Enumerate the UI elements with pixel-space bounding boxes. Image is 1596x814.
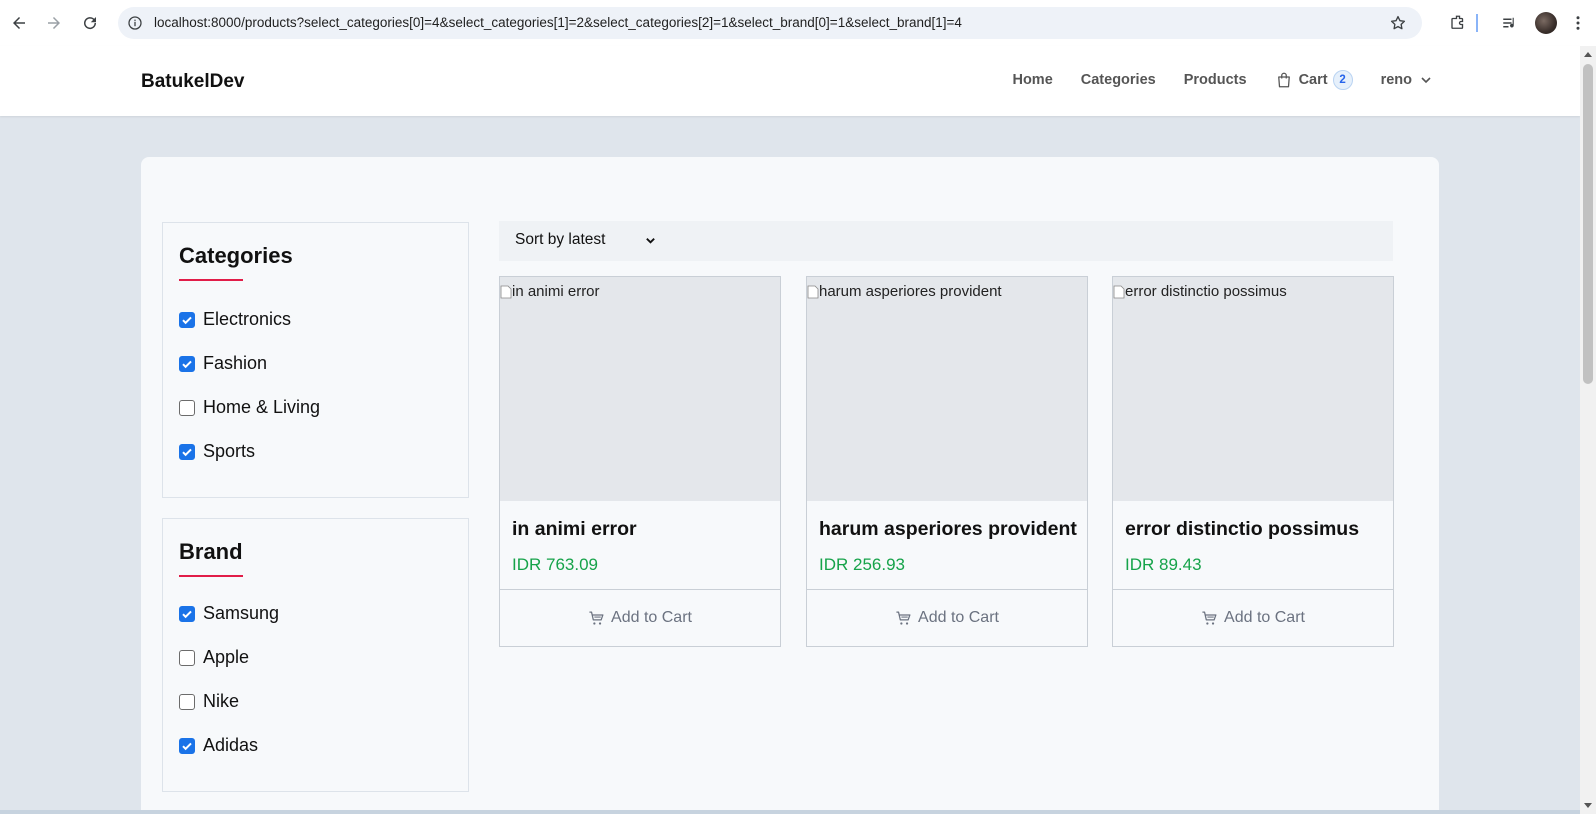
address-bar[interactable]: localhost:8000/products?select_categorie… xyxy=(118,7,1422,39)
image-alt: in animi error xyxy=(500,283,600,300)
checkbox-checked[interactable] xyxy=(179,355,195,372)
image-alt-text: in animi error xyxy=(512,283,600,300)
scroll-thumb[interactable] xyxy=(1583,64,1593,384)
product-card: error distinctio possimus error distinct… xyxy=(1112,276,1394,647)
site-info-icon[interactable] xyxy=(126,14,144,32)
scroll-up-arrow[interactable] xyxy=(1584,52,1592,57)
brand-filter: Brand Samsung Apple Nike Adidas xyxy=(162,518,469,792)
product-price: IDR 763.09 xyxy=(512,555,598,574)
checkbox-unchecked[interactable] xyxy=(179,693,195,710)
cart-label: Cart xyxy=(1298,72,1328,88)
add-to-cart-label: Add to Cart xyxy=(1224,609,1305,626)
broken-image-icon xyxy=(807,285,819,298)
cart-icon xyxy=(896,610,911,625)
category-label: Sports xyxy=(203,441,256,461)
brand-label: Nike xyxy=(203,691,240,711)
brand-apple[interactable]: Apple xyxy=(179,647,249,668)
add-to-cart-label: Add to Cart xyxy=(918,609,999,626)
browser-toolbar: localhost:8000/products?select_categorie… xyxy=(0,0,1596,46)
image-alt: harum asperiores provident xyxy=(807,283,1002,300)
scroll-down-arrow[interactable] xyxy=(1584,803,1592,808)
sort-selected-label: Sort by latest xyxy=(515,231,606,248)
toolbar-divider xyxy=(1476,14,1478,32)
product-image[interactable]: harum asperiores provident xyxy=(807,277,1087,501)
site-header: BatukelDev Home Categories Products Cart… xyxy=(0,46,1580,116)
add-to-cart-button[interactable]: Add to Cart xyxy=(1113,590,1393,646)
browser-menu-icon[interactable] xyxy=(1564,9,1592,37)
user-menu[interactable]: reno xyxy=(1381,72,1432,88)
brand-label: Samsung xyxy=(203,603,280,623)
checkbox-unchecked[interactable] xyxy=(179,399,195,416)
cart-icon xyxy=(1202,610,1217,625)
page-scrollbar[interactable] xyxy=(1580,46,1596,814)
add-to-cart-button[interactable]: Add to Cart xyxy=(500,590,780,646)
page-bottom-edge xyxy=(0,810,1580,814)
broken-image-icon xyxy=(500,285,512,298)
product-name[interactable]: in animi error xyxy=(512,518,637,541)
category-electronics[interactable]: Electronics xyxy=(179,309,291,330)
product-name[interactable]: error distinctio possimus xyxy=(1125,518,1359,541)
checkbox-unchecked[interactable] xyxy=(179,649,195,666)
product-price: IDR 89.43 xyxy=(1125,555,1202,574)
product-card: in animi error in animi error IDR 763.09… xyxy=(499,276,781,647)
shopping-bag-icon xyxy=(1277,72,1290,88)
sort-select[interactable]: Sort by latest xyxy=(515,231,656,249)
product-image[interactable]: error distinctio possimus xyxy=(1113,277,1393,501)
brand-nike[interactable]: Nike xyxy=(179,691,239,712)
url-text: localhost:8000/products?select_categorie… xyxy=(154,15,962,30)
chevron-down-icon xyxy=(646,237,656,244)
image-alt: error distinctio possimus xyxy=(1113,283,1287,300)
categories-filter: Categories Electronics Fashion Home & Li… xyxy=(162,222,469,498)
brand-adidas[interactable]: Adidas xyxy=(179,735,258,756)
category-label: Electronics xyxy=(203,309,292,329)
broken-image-icon xyxy=(1113,285,1125,298)
checkbox-checked[interactable] xyxy=(179,311,195,328)
chevron-down-icon xyxy=(1421,77,1431,84)
add-to-cart-label: Add to Cart xyxy=(611,609,692,626)
checkbox-checked[interactable] xyxy=(179,605,195,622)
category-label: Home & Living xyxy=(203,397,321,417)
nav-home[interactable]: Home xyxy=(1012,72,1052,88)
category-home-living[interactable]: Home & Living xyxy=(179,397,320,418)
extensions-icon[interactable] xyxy=(1444,9,1472,37)
product-name[interactable]: harum asperiores provident xyxy=(819,518,1077,541)
cart-icon xyxy=(589,610,604,625)
product-card: harum asperiores provident harum asperio… xyxy=(806,276,1088,647)
checkbox-checked[interactable] xyxy=(179,737,195,754)
product-price: IDR 256.93 xyxy=(819,555,905,574)
reload-button[interactable] xyxy=(76,9,104,37)
brand-label: Apple xyxy=(203,647,250,667)
title-underline xyxy=(179,575,243,577)
category-label: Fashion xyxy=(203,353,268,373)
brand-label: Adidas xyxy=(203,735,259,755)
profile-avatar[interactable] xyxy=(1532,9,1560,37)
cart-count-badge: 2 xyxy=(1332,70,1353,90)
nav-cart[interactable]: Cart 2 xyxy=(1275,70,1353,90)
bookmark-star-icon[interactable] xyxy=(1388,13,1408,33)
site-logo[interactable]: BatukelDev xyxy=(141,71,245,93)
main-nav: Home Categories Products Cart 2 reno xyxy=(984,70,1432,90)
brand-title: Brand xyxy=(179,539,243,564)
checkbox-checked[interactable] xyxy=(179,443,195,460)
image-alt-text: harum asperiores provident xyxy=(819,283,1002,300)
category-fashion[interactable]: Fashion xyxy=(179,353,267,374)
arrow-left-icon xyxy=(13,17,25,29)
back-button[interactable] xyxy=(5,9,33,37)
user-name: reno xyxy=(1380,72,1412,88)
media-control-icon[interactable] xyxy=(1496,9,1524,37)
title-underline xyxy=(179,279,243,281)
categories-title: Categories xyxy=(179,243,293,268)
arrow-right-icon xyxy=(48,17,60,29)
add-to-cart-button[interactable]: Add to Cart xyxy=(807,590,1087,646)
sort-bar: Sort by latest xyxy=(499,221,1393,261)
forward-button[interactable] xyxy=(40,9,68,37)
nav-categories[interactable]: Categories xyxy=(1081,72,1156,88)
reload-icon xyxy=(84,17,97,30)
category-sports[interactable]: Sports xyxy=(179,441,255,462)
brand-samsung[interactable]: Samsung xyxy=(179,603,279,624)
nav-products[interactable]: Products xyxy=(1184,72,1247,88)
product-image[interactable]: in animi error xyxy=(500,277,780,501)
image-alt-text: error distinctio possimus xyxy=(1125,283,1287,300)
